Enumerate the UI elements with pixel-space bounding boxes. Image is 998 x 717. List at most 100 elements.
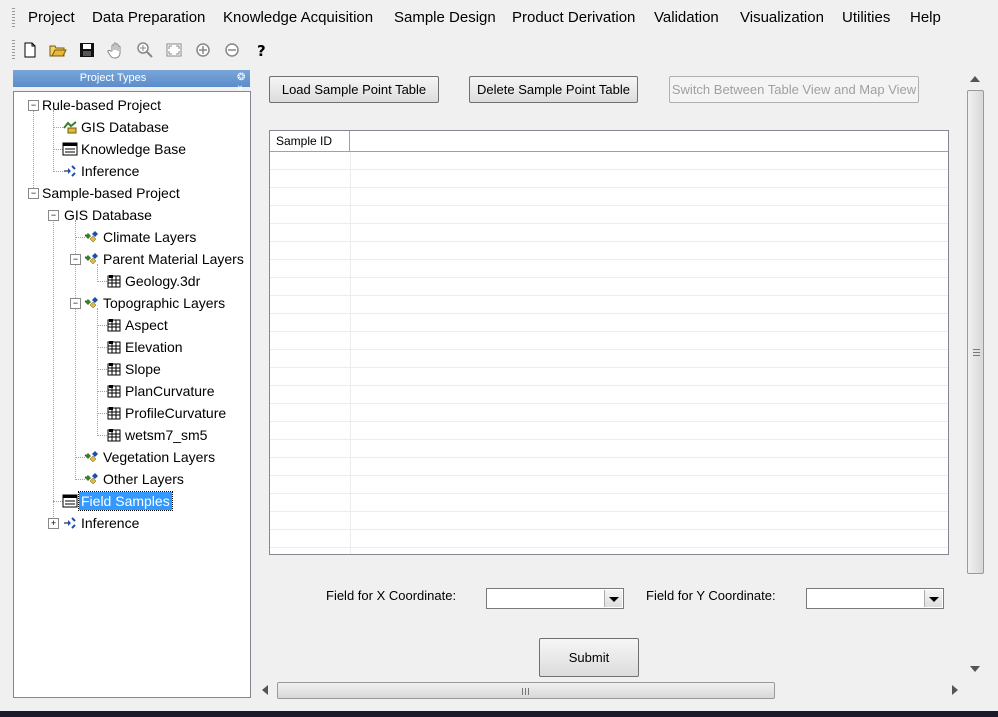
tree-node-profilecurvature[interactable]: ProfileCurvature xyxy=(106,403,228,423)
inference-icon xyxy=(62,515,78,531)
thumb-grip-icon xyxy=(522,688,530,695)
collapse-sample-based-icon[interactable]: − xyxy=(28,188,39,199)
tree-node-label: Aspect xyxy=(125,317,168,333)
zoom-in-magnifier-icon[interactable] xyxy=(135,40,155,60)
tree-node-label: Slope xyxy=(125,361,161,377)
menu-project[interactable]: Project xyxy=(28,9,75,26)
horizontal-scroll-thumb[interactable] xyxy=(277,682,775,699)
tree-node-plancurvature[interactable]: PlanCurvature xyxy=(106,381,217,401)
tree-node-label: Topographic Layers xyxy=(103,295,226,311)
collapse-parent-material-icon[interactable]: − xyxy=(70,254,81,265)
open-folder-icon[interactable] xyxy=(48,40,68,60)
raster-layer-icon xyxy=(106,273,122,289)
full-extent-icon[interactable] xyxy=(164,40,184,60)
tree-node-label: Inference xyxy=(81,163,140,179)
gis-database-icon xyxy=(62,119,78,135)
tree-node-label: GIS Database xyxy=(81,119,169,135)
tree-node-field-samples[interactable]: Field Samples xyxy=(62,491,173,511)
layer-group-icon xyxy=(84,471,100,487)
toolbar: ? xyxy=(0,36,998,64)
menu-knowledge-acquisition[interactable]: Knowledge Acquisition xyxy=(223,9,373,26)
layer-group-icon xyxy=(84,251,100,267)
tree-node-label: GIS Database xyxy=(64,207,152,223)
collapse-gis-database-icon[interactable]: − xyxy=(48,210,59,221)
scroll-up-icon[interactable] xyxy=(970,76,980,82)
x-coordinate-label: Field for X Coordinate: xyxy=(326,588,457,603)
help-icon[interactable]: ? xyxy=(251,40,271,60)
menu-product-derivation[interactable]: Product Derivation xyxy=(512,9,635,26)
tree-node-topographic-layers[interactable]: Topographic Layers xyxy=(84,293,227,313)
collapse-topographic-icon[interactable]: − xyxy=(70,298,81,309)
new-file-icon[interactable] xyxy=(20,40,40,60)
switch-view-button[interactable]: Switch Between Table View and Map View xyxy=(669,76,919,103)
sample-table[interactable]: Sample ID xyxy=(269,130,949,555)
scroll-left-icon[interactable] xyxy=(262,685,268,695)
delete-sample-point-table-button[interactable]: Delete Sample Point Table xyxy=(469,76,638,103)
project-types-panel-title: Project Types ❂ × xyxy=(13,70,250,94)
load-sample-point-table-button[interactable]: Load Sample Point Table xyxy=(269,76,439,103)
collapse-rule-based-icon[interactable]: − xyxy=(28,100,39,111)
scroll-down-icon[interactable] xyxy=(970,666,980,672)
toolbar-grip xyxy=(12,40,15,60)
tree-node-sample-based-project[interactable]: Sample-based Project xyxy=(40,183,182,203)
save-icon[interactable] xyxy=(77,40,97,60)
raster-layer-icon xyxy=(106,383,122,399)
thumb-grip-icon xyxy=(973,349,980,356)
tree-node-other-layers[interactable]: Other Layers xyxy=(84,469,186,489)
menu-utilities[interactable]: Utilities xyxy=(842,9,890,26)
tree-node-aspect[interactable]: Aspect xyxy=(106,315,170,335)
menu-help[interactable]: Help xyxy=(910,9,941,26)
tree-node-label: Field Samples xyxy=(78,491,173,511)
tree-node-label: PlanCurvature xyxy=(125,383,215,399)
vertical-scrollbar[interactable] xyxy=(966,68,986,680)
project-tree[interactable]: − − − − − + Rule-based Project GIS Datab… xyxy=(13,91,251,698)
tree-node-geology[interactable]: Geology.3dr xyxy=(106,271,202,291)
tree-node-parent-material-layers[interactable]: Parent Material Layers xyxy=(84,249,246,269)
tree-node-knowledge-base[interactable]: Knowledge Base xyxy=(62,139,188,159)
column-divider xyxy=(350,152,351,554)
menu-data-preparation[interactable]: Data Preparation xyxy=(92,9,205,26)
zoom-out-icon[interactable] xyxy=(222,40,242,60)
tree-node-slope[interactable]: Slope xyxy=(106,359,163,379)
vertical-scroll-thumb[interactable] xyxy=(967,90,984,574)
tree-node-sb-gis-database[interactable]: GIS Database xyxy=(62,205,154,225)
tree-node-rule-based-project[interactable]: Rule-based Project xyxy=(40,95,163,115)
chevron-down-icon[interactable] xyxy=(604,590,622,607)
tree-node-sb-inference[interactable]: Inference xyxy=(62,513,141,533)
knowledge-base-icon xyxy=(62,141,78,157)
raster-layer-icon xyxy=(106,317,122,333)
table-rows xyxy=(270,152,948,554)
y-coordinate-select[interactable] xyxy=(806,588,944,609)
tree-node-label: Other Layers xyxy=(103,471,184,487)
layer-group-icon xyxy=(84,295,100,311)
scroll-right-icon[interactable] xyxy=(952,685,958,695)
pan-hand-icon[interactable] xyxy=(106,40,126,60)
tree-node-vegetation-layers[interactable]: Vegetation Layers xyxy=(84,447,217,467)
submit-button[interactable]: Submit xyxy=(539,638,639,677)
panel-title-text: Project Types xyxy=(79,72,147,84)
window-bottom-edge xyxy=(0,711,998,717)
tree-node-label: Knowledge Base xyxy=(81,141,187,157)
tree-node-label: ProfileCurvature xyxy=(125,405,227,421)
tree-node-rb-gis-database[interactable]: GIS Database xyxy=(62,117,171,137)
tree-line xyxy=(53,220,54,525)
sample-id-column-header[interactable]: Sample ID xyxy=(270,131,350,151)
tree-line xyxy=(33,110,34,190)
zoom-in-icon[interactable] xyxy=(193,40,213,60)
tree-node-label: Geology.3dr xyxy=(125,273,201,289)
menu-validation[interactable]: Validation xyxy=(654,9,719,26)
tree-node-climate-layers[interactable]: Climate Layers xyxy=(84,227,198,247)
expand-inference-icon[interactable]: + xyxy=(48,518,59,529)
x-coordinate-select[interactable] xyxy=(486,588,624,609)
tree-node-wetsm7-sm5[interactable]: wetsm7_sm5 xyxy=(106,425,209,445)
menu-visualization[interactable]: Visualization xyxy=(740,9,824,26)
menu-sample-design[interactable]: Sample Design xyxy=(394,9,496,26)
tree-node-label: wetsm7_sm5 xyxy=(125,427,208,443)
tree-node-label: Inference xyxy=(81,515,140,531)
tree-node-rb-inference[interactable]: Inference xyxy=(62,161,141,181)
chevron-down-icon[interactable] xyxy=(924,590,942,607)
tree-node-elevation[interactable]: Elevation xyxy=(106,337,185,357)
layer-group-icon xyxy=(84,449,100,465)
inference-icon xyxy=(62,163,78,179)
horizontal-scrollbar[interactable] xyxy=(256,681,964,699)
